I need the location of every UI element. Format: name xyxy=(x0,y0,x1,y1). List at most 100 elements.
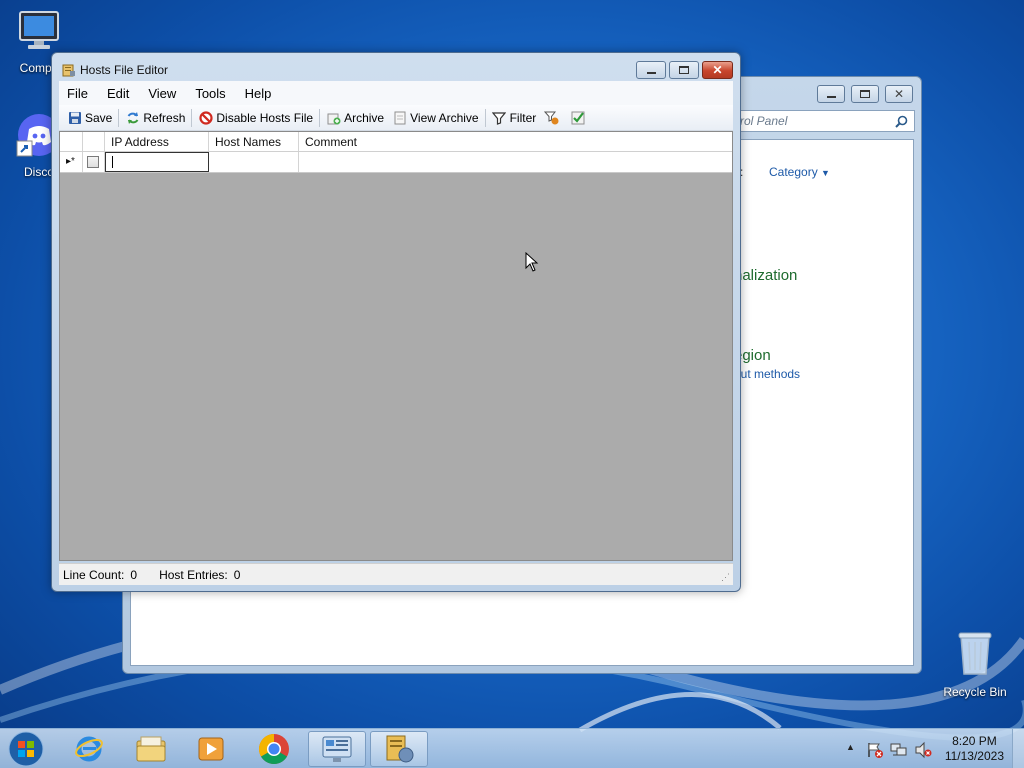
enabled-checkbox-cell[interactable] xyxy=(83,152,105,172)
disable-hosts-file-label: Disable Hosts File xyxy=(216,110,314,125)
close-icon: ✕ xyxy=(712,63,723,77)
save-icon xyxy=(67,110,82,125)
cp-maximize-button[interactable] xyxy=(851,85,879,103)
cp-view-by-value: Category xyxy=(769,165,818,179)
refresh-icon xyxy=(125,110,140,125)
toolbar-separator xyxy=(118,108,120,127)
system-clock[interactable]: 8:20 PM 11/13/2023 xyxy=(945,734,1004,764)
row-header-column xyxy=(60,132,83,151)
enabled-column-header[interactable] xyxy=(83,132,105,151)
search-icon xyxy=(895,115,908,128)
filter-label: Filter xyxy=(509,110,537,125)
show-hidden-icons-button[interactable]: ▲ xyxy=(846,742,855,752)
menu-view[interactable]: View xyxy=(148,86,176,101)
save-label: Save xyxy=(85,110,113,125)
start-button[interactable] xyxy=(6,730,46,768)
refresh-button[interactable]: Refresh xyxy=(121,107,189,129)
archive-button[interactable]: Archive xyxy=(322,107,388,129)
close-icon: ✕ xyxy=(893,87,905,101)
enabled-checkbox[interactable] xyxy=(87,156,99,168)
hosts-file-editor-window[interactable]: Hosts File Editor ✕ File Edit View Tools… xyxy=(51,52,741,592)
status-bar: Line Count: 0 Host Entries: 0 ⋰ xyxy=(59,563,733,585)
host-entries-value: 0 xyxy=(233,567,241,582)
refresh-label: Refresh xyxy=(143,110,186,125)
text-cursor xyxy=(112,156,113,168)
show-desktop-button[interactable] xyxy=(1012,729,1024,768)
table-row-new[interactable]: ▸* xyxy=(60,152,732,173)
desktop-icon-label: Recycle Bin xyxy=(943,685,1007,699)
hosts-app-icon xyxy=(62,63,76,80)
cp-search-input[interactable]: rol Panel xyxy=(733,110,915,132)
desktop-icon-label: Disco xyxy=(23,165,54,179)
window-title: Hosts File Editor xyxy=(80,63,169,77)
prohibited-icon xyxy=(198,110,213,125)
comment-input[interactable] xyxy=(299,152,732,172)
menu-help[interactable]: Help xyxy=(245,86,272,101)
cp-search-placeholder: rol Panel xyxy=(740,114,788,128)
clock-date: 11/13/2023 xyxy=(944,749,1004,763)
internet-explorer-icon xyxy=(75,736,103,762)
taskbar-hosts-file-editor[interactable] xyxy=(370,731,428,767)
line-count-value: 0 xyxy=(130,567,138,582)
archive-icon xyxy=(326,110,341,125)
taskbar: ▲ 8:20 PM 11/13/2023 xyxy=(0,728,1024,768)
menu-tools[interactable]: Tools xyxy=(195,86,225,101)
ip-address-column-header[interactable]: IP Address xyxy=(105,132,209,151)
maximize-icon xyxy=(860,90,870,98)
filter-icon xyxy=(492,110,507,125)
taskbar-internet-explorer[interactable] xyxy=(60,731,118,767)
network-icon[interactable] xyxy=(890,741,908,759)
host-names-column-header[interactable]: Host Names xyxy=(209,132,299,151)
clear-filter-icon xyxy=(544,110,559,125)
archive-label: Archive xyxy=(344,110,385,125)
ip-address-input[interactable] xyxy=(105,152,209,172)
maximize-button[interactable] xyxy=(669,61,699,79)
cp-close-button[interactable]: ✕ xyxy=(885,85,913,103)
cp-link-input-methods[interactable]: out methods xyxy=(734,367,800,381)
disable-hosts-file-button[interactable]: Disable Hosts File xyxy=(194,107,317,129)
chevron-down-icon: ▼ xyxy=(821,168,830,178)
menu-file[interactable]: File xyxy=(67,86,88,101)
resize-grip-icon[interactable]: ⋰ xyxy=(721,572,730,583)
control-panel-icon xyxy=(322,736,352,762)
filter-button[interactable]: Filter xyxy=(488,107,541,129)
line-count-label: Line Count: xyxy=(63,567,125,582)
recycle-bin-icon xyxy=(938,630,1012,681)
toolbar-separator xyxy=(484,108,486,127)
minimize-icon xyxy=(826,96,836,98)
windows-logo-icon xyxy=(8,731,44,767)
toolbar-separator xyxy=(319,108,321,127)
chrome-icon xyxy=(258,734,289,765)
cp-minimize-button[interactable] xyxy=(817,85,845,103)
toolbar: Save Refresh Disable Hosts File Archive xyxy=(59,105,733,131)
taskbar-file-explorer[interactable] xyxy=(122,731,180,767)
hosts-grid[interactable]: IP Address Host Names Comment ▸* xyxy=(59,131,733,561)
menu-edit[interactable]: Edit xyxy=(107,86,129,101)
cp-view-by-category[interactable]: Category ▼ xyxy=(769,165,830,179)
taskbar-control-panel[interactable] xyxy=(308,731,366,767)
hosts-file-editor-icon xyxy=(386,735,414,763)
cp-heading-personalization[interactable]: nalization xyxy=(734,267,797,284)
comment-column-header[interactable]: Comment xyxy=(299,132,599,151)
minimize-button[interactable] xyxy=(636,61,666,79)
close-button[interactable]: ✕ xyxy=(702,61,733,79)
clock-time: 8:20 PM xyxy=(952,734,997,748)
host-names-input[interactable] xyxy=(209,152,299,172)
volume-muted-icon[interactable] xyxy=(914,741,932,759)
media-player-icon xyxy=(198,737,224,761)
menu-bar: File Edit View Tools Help xyxy=(59,81,733,105)
view-archive-button[interactable]: View Archive xyxy=(388,107,482,129)
computer-icon xyxy=(2,8,76,57)
grid-header: IP Address Host Names Comment xyxy=(60,132,732,152)
taskbar-chrome[interactable] xyxy=(245,731,303,767)
desktop-icon-recycle-bin[interactable]: Recycle Bin xyxy=(938,630,1012,699)
validate-button[interactable] xyxy=(566,107,592,129)
checkmark-icon xyxy=(570,110,585,125)
minimize-icon xyxy=(646,72,656,74)
clear-filter-button[interactable] xyxy=(540,107,566,129)
taskbar-media-player[interactable] xyxy=(182,731,240,767)
action-center-flag-icon[interactable] xyxy=(866,741,884,759)
save-button[interactable]: Save xyxy=(63,107,116,129)
host-entries-label: Host Entries: xyxy=(159,567,228,582)
toolbar-separator xyxy=(191,108,193,127)
